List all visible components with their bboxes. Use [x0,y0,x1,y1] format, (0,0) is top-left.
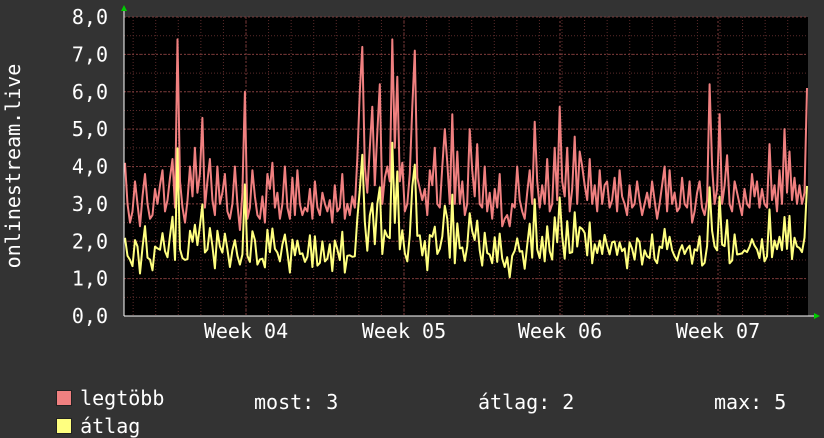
stat-average: átlag: 2 [478,390,575,414]
y-tick-label: 1,0 [72,267,108,291]
y-tick-label: 4,0 [72,155,108,179]
x-axis-arrow [814,313,820,319]
stat-max: max: 5 [714,390,787,414]
y-axis-arrow [121,5,127,11]
y-tick-label: 0,0 [72,304,108,328]
x-tick-label: Week 05 [362,319,446,343]
y-tick-label: 5,0 [72,117,108,141]
y-tick-label: 3,0 [72,192,108,216]
x-tick-label: Week 07 [676,319,760,343]
legend-item-avg: átlag [32,390,140,438]
x-tick-label: Week 04 [204,319,288,343]
y-tick-label: 7,0 [72,42,108,66]
y-axis-label: onlinestream.live [1,64,25,269]
legend-swatch-avg [56,418,73,434]
y-tick-label: 6,0 [72,80,108,104]
stat-most: most: 3 [254,390,339,414]
legend-label-avg: átlag [80,414,141,438]
y-tick-label: 2,0 [72,229,108,253]
x-tick-label: Week 06 [518,319,602,343]
y-tick-label: 8,0 [72,5,108,29]
